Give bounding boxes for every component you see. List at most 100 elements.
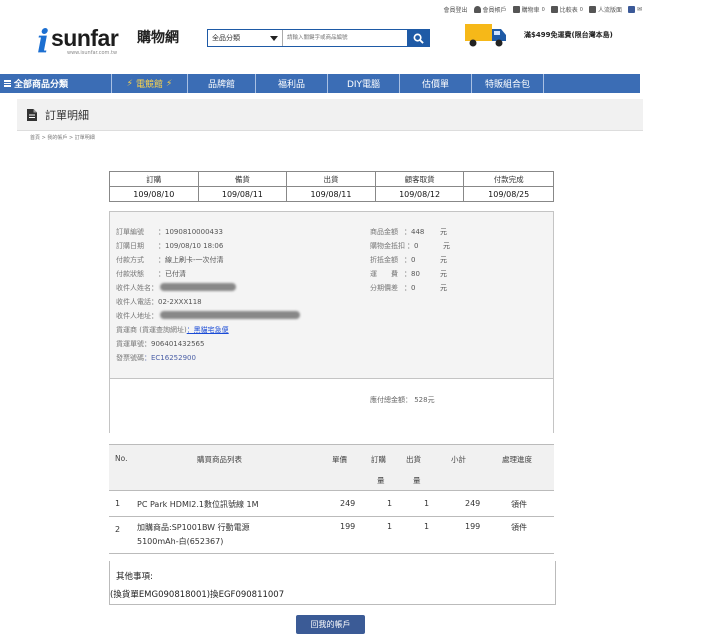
cart-icon: [512, 6, 520, 13]
carrier-row: 貨運商 (貨運查詢網址) ：黑貓宅急便: [116, 325, 229, 335]
col-ship-2: 量: [413, 476, 421, 485]
logo-url: www.isunfar.com.tw: [67, 50, 118, 56]
status-label: 備貨: [198, 172, 287, 187]
facebook-icon: [627, 6, 635, 13]
invoice-label: 發票號碼: [116, 354, 144, 362]
logo-text: sunfar: [51, 25, 119, 51]
total-area: [110, 378, 553, 433]
status-preparing: 備貨 109/08/11: [198, 172, 288, 201]
account-link[interactable]: 會員帳戶: [473, 5, 507, 14]
row-progress: 領件: [511, 523, 527, 532]
discount-amount: ：0: [404, 256, 416, 264]
status-picked-up: 顧客取貨 109/08/12: [375, 172, 465, 201]
chevron-down-icon: [270, 35, 278, 41]
points-row: 購物金抵扣 ：0 元: [370, 241, 450, 251]
address-label: 收件人地址: [116, 312, 151, 320]
logo-i: i: [37, 22, 50, 60]
order-info-box: 訂單編號 ：1090810000433 訂購日期 ：109/08/10 18:06 …: [109, 211, 554, 433]
compare-label: 比較表: [559, 7, 578, 14]
nav-item-all-categories[interactable]: 全部商品分類: [0, 74, 112, 93]
cart-count: 0: [541, 6, 545, 13]
row-name: 加購商品:SP1001BW 行動電源: [137, 523, 250, 532]
col-price: 單價: [332, 455, 347, 464]
nav-item-diy-pc[interactable]: DIY電腦: [328, 74, 400, 93]
nav-item-brands[interactable]: 品牌館: [188, 74, 256, 93]
row-progress: 領件: [511, 500, 527, 509]
status-date: 109/08/10: [133, 189, 175, 199]
nav-label: DIY電腦: [346, 80, 381, 90]
redacted-address: [160, 311, 300, 319]
row-qty: 1: [387, 522, 393, 531]
recipient-label: 收件人姓名: [116, 284, 151, 292]
installment-row: 分期價差 ：0 元: [370, 283, 447, 293]
nav-label: 估價單: [421, 80, 449, 90]
order-number-row: 訂單編號 ：1090810000433: [116, 227, 223, 237]
pay-method-row: 付款方式 ：線上刷卡-一次付清: [116, 255, 224, 265]
address-row: 收件人地址：: [116, 311, 300, 321]
facebook-link[interactable]: ✉: [627, 6, 642, 13]
document-icon: [27, 108, 37, 121]
remark-box: 其他事項: (換貨單EMG090818001)換EGF090811007: [109, 561, 556, 605]
col-no: No.: [115, 454, 128, 463]
row-no: 1: [115, 499, 121, 508]
row-qty: 1: [387, 499, 393, 508]
logout-label: 會員登出: [443, 7, 468, 14]
status-paid: 付款完成 109/08/25: [464, 172, 553, 201]
installment-amount: ：0: [404, 284, 416, 292]
nav-item-quote[interactable]: 估價單: [400, 74, 472, 93]
row-name-2: 5100mAh-白(652367): [137, 537, 224, 546]
people-link[interactable]: 人流版面: [588, 5, 622, 14]
search-button[interactable]: [407, 30, 429, 46]
compare-link[interactable]: 比較表 0: [550, 5, 583, 14]
redacted-name: [160, 283, 236, 291]
breadcrumb: 首頁 > 我的帳戶 > 訂單明細: [30, 135, 95, 141]
status-label: 訂購: [110, 172, 198, 187]
product-table-header: No. 購買商品列表 單價 訂購 量 出貨 量 小計 處理進度: [109, 445, 554, 491]
pay-status-row: 付款狀態 ：已付清: [116, 269, 186, 279]
goods-amount: ：448: [404, 228, 425, 236]
nav-item-esports[interactable]: ⚡ 電競館 ⚡: [112, 74, 188, 93]
remark-value: (換貨單EMG090818001)換EGF090811007: [110, 590, 285, 600]
points-amount: ：0: [407, 242, 419, 250]
table-row: 1 PC Park HDMI2.1數位訊號線 1M 249 1 1 249 領件: [109, 491, 554, 517]
lightning-icon: ⚡: [166, 78, 173, 89]
unit: 元: [440, 256, 447, 264]
status-date: 109/08/25: [488, 189, 530, 199]
site-logo[interactable]: i sunfar 購物網 www.isunfar.com.tw: [37, 20, 187, 58]
unit: 元: [443, 242, 450, 250]
search-input[interactable]: [283, 30, 407, 46]
nav-item-refurbished[interactable]: 福利品: [256, 74, 328, 93]
nav-label: 品牌館: [207, 80, 235, 90]
installment-label: 分期價差: [370, 284, 398, 292]
discount-label: 折抵金額: [370, 256, 398, 264]
unit: 元: [440, 270, 447, 278]
recipient: ：: [151, 284, 158, 292]
status-label: 出貨: [287, 172, 375, 187]
menu-icon: [4, 80, 11, 87]
order-number-label: 訂單編號: [116, 228, 144, 236]
status-label: 顧客取貨: [375, 172, 464, 187]
row-subtotal: 249: [465, 499, 481, 508]
row-ship: 1: [424, 499, 430, 508]
search-bar: 全品分類: [207, 29, 430, 47]
logout-link[interactable]: 會員登出: [444, 5, 468, 14]
lightning-icon: ⚡: [126, 78, 133, 89]
points-label: 購物金抵扣: [370, 242, 405, 250]
shipping-fee-row: 運 費 ：80 元: [370, 269, 447, 279]
shipping-fee-label: 運 費: [370, 270, 398, 278]
nav-item-bundle[interactable]: 特販組合包: [472, 74, 544, 93]
recipient-row: 收件人姓名：: [116, 283, 236, 293]
back-to-account-button[interactable]: 回我的帳戶: [296, 615, 365, 634]
row-price: 199: [340, 522, 356, 531]
carrier-link[interactable]: ：黑貓宅急便: [187, 325, 229, 335]
image-icon: [588, 6, 596, 13]
logo-cn: 購物網: [137, 30, 179, 46]
category-select[interactable]: 全品分類: [208, 30, 283, 46]
order-date-row: 訂購日期 ：109/08/10 18:06: [116, 241, 223, 251]
col-progress: 處理進度: [502, 455, 532, 464]
carrier-label: 貨運商 (貨運查詢網址): [116, 326, 187, 334]
status-date: 109/08/12: [399, 189, 441, 199]
cart-link[interactable]: 購物車 0: [512, 5, 545, 14]
col-ship: 出貨: [406, 455, 421, 464]
address: ：: [151, 312, 158, 320]
